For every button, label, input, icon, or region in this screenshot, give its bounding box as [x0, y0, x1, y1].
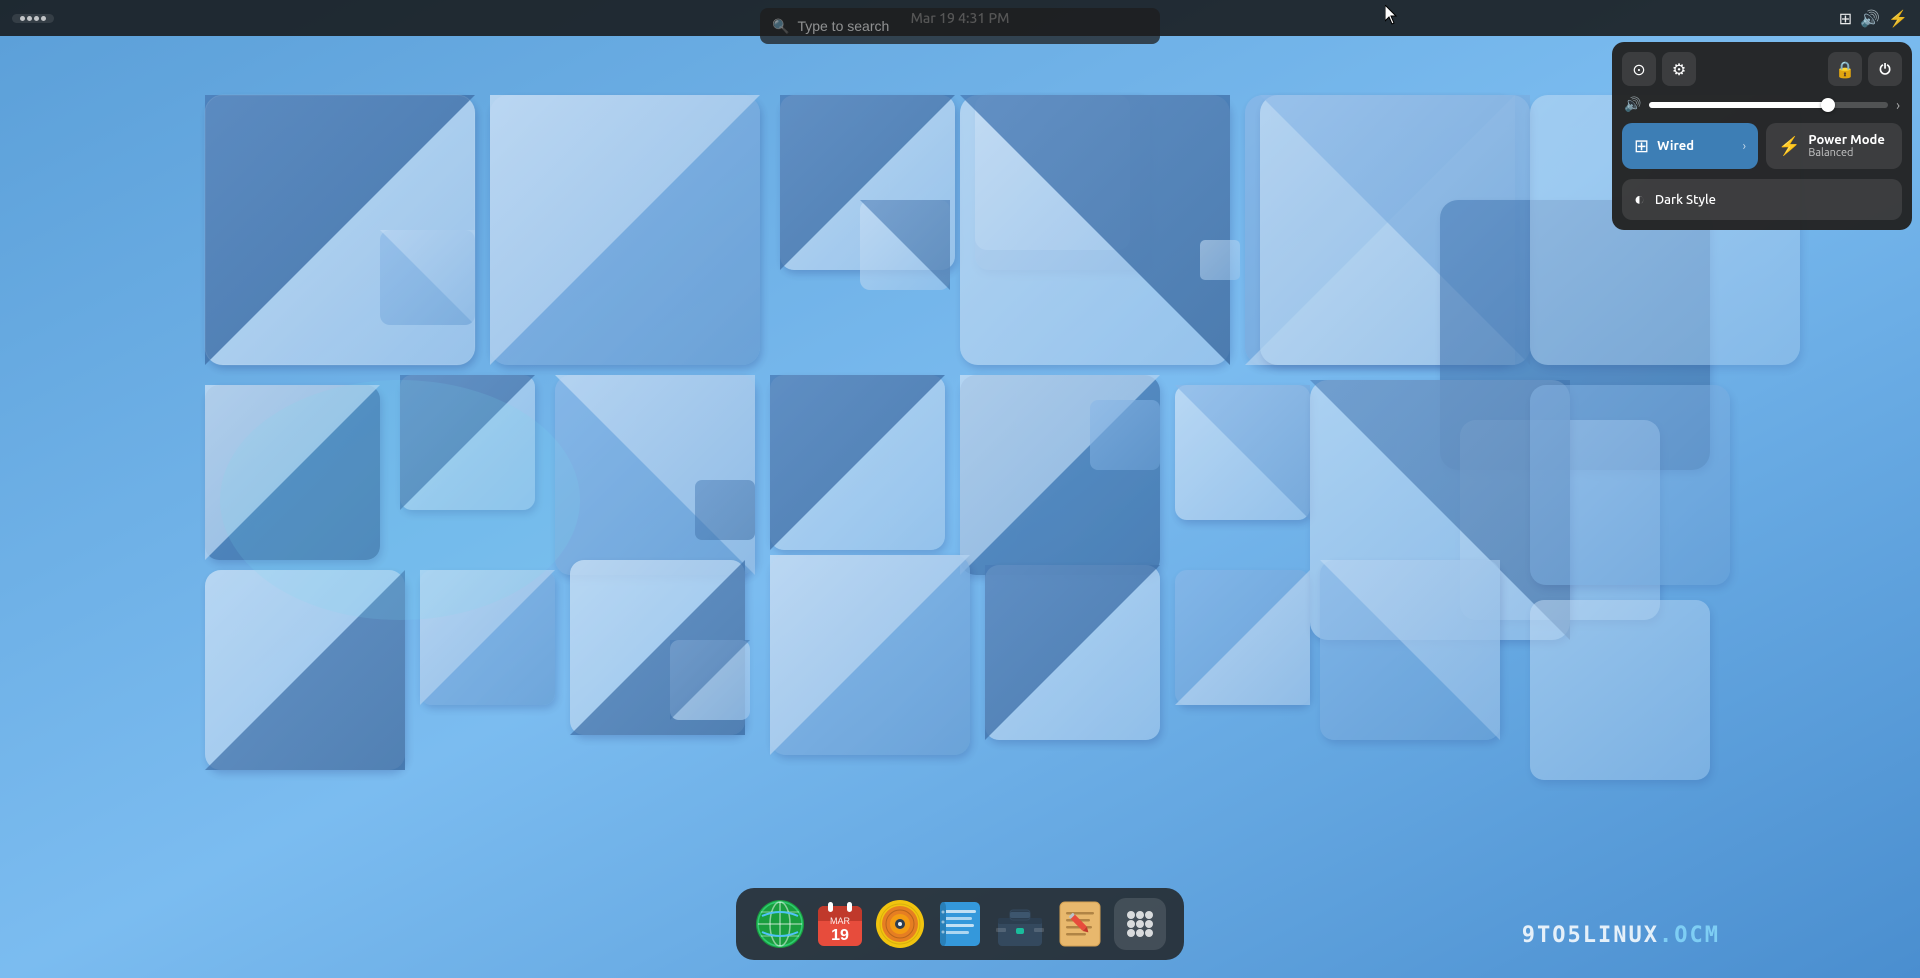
notes-svg [934, 898, 986, 950]
dark-style-label: Dark Style [1655, 193, 1716, 207]
search-input[interactable] [797, 18, 1148, 34]
dock-speaker-icon[interactable] [874, 898, 926, 950]
power-mode-label: Power Mode [1808, 133, 1884, 147]
watermark-dotcom: .OCM [1659, 923, 1720, 948]
activities-dot-2 [27, 16, 32, 21]
wired-label: Wired [1657, 139, 1694, 153]
activities-dots [20, 16, 46, 21]
volume-slider[interactable] [1649, 102, 1888, 108]
network-tray-icon[interactable]: ⊞ [1839, 9, 1852, 28]
dock-notes-icon[interactable] [934, 898, 986, 950]
dark-style-icon: ◐ [1634, 189, 1645, 210]
volume-slider-fill [1649, 102, 1828, 108]
activities-dot-4 [41, 16, 46, 21]
volume-row: 🔊 › [1622, 96, 1902, 113]
volume-tray-icon[interactable]: 🔊 [1860, 9, 1880, 28]
power-tray-icon[interactable]: ⚡ [1888, 9, 1908, 28]
power-mode-value: Balanced [1808, 147, 1884, 159]
toolbox-svg [994, 898, 1046, 950]
topbar-right: ⊞ 🔊 ⚡ [1839, 9, 1908, 28]
power-button[interactable]: ⏻ [1868, 52, 1902, 86]
dock: 19 MAR [736, 888, 1184, 960]
screenshot-button[interactable]: ⊙ [1622, 52, 1656, 86]
power-mode-card[interactable]: ⚡ Power Mode Balanced [1766, 123, 1902, 169]
power-mode-card-text: Power Mode Balanced [1808, 133, 1884, 159]
wired-arrow-icon: › [1743, 140, 1746, 153]
panel-icons-right: 🔒 ⏻ [1828, 52, 1902, 86]
system-panel: ⊙ ⚙ 🔒 ⏻ 🔊 › [1612, 42, 1912, 230]
dock-write-icon[interactable] [1054, 898, 1106, 950]
dark-style-row[interactable]: ◐ Dark Style [1622, 179, 1902, 220]
volume-expand-arrow[interactable]: › [1896, 97, 1900, 113]
dock-browser-icon[interactable] [754, 898, 806, 950]
wired-card[interactable]: ⊞ Wired › [1622, 123, 1758, 169]
panel-icons-left: ⊙ ⚙ [1622, 52, 1696, 86]
watermark: 9TO5LINUX.OCM [1522, 923, 1720, 948]
lock-button[interactable]: 🔒 [1828, 52, 1862, 86]
activities-dot-1 [20, 16, 25, 21]
dock-calendar-icon[interactable]: 19 MAR [814, 898, 866, 950]
dock-appgrid-icon[interactable] [1114, 898, 1166, 950]
panel-top-row: ⊙ ⚙ 🔒 ⏻ [1622, 52, 1902, 86]
appgrid-svg [1114, 898, 1166, 950]
topbar-left [12, 14, 54, 23]
lock-icon: 🔒 [1835, 60, 1855, 79]
wired-card-text: Wired [1657, 139, 1694, 153]
browser-svg [754, 898, 806, 950]
activities-button[interactable] [12, 14, 54, 23]
network-wired-icon: ⊞ [1634, 136, 1649, 157]
search-icon: 🔍 [772, 18, 789, 35]
volume-icon: 🔊 [1624, 96, 1641, 113]
search-bar[interactable]: 🔍 [760, 8, 1160, 44]
calendar-svg: 19 MAR [814, 898, 866, 950]
settings-icon: ⚙ [1672, 60, 1686, 79]
settings-button[interactable]: ⚙ [1662, 52, 1696, 86]
dock-toolbox-icon[interactable] [994, 898, 1046, 950]
speaker-svg [874, 898, 926, 950]
svg-text:MAR: MAR [830, 916, 851, 926]
panel-cards-row: ⊞ Wired › ⚡ Power Mode Balanced [1622, 123, 1902, 169]
write-svg [1054, 898, 1106, 950]
activities-dot-3 [34, 16, 39, 21]
power-icon: ⏻ [1879, 61, 1890, 78]
volume-slider-thumb [1821, 98, 1835, 112]
power-mode-icon: ⚡ [1778, 136, 1800, 157]
desktop: Mar 19 4:31 PM ⊞ 🔊 ⚡ 🔍 ⊙ ⚙ � [0, 0, 1920, 978]
svg-text:19: 19 [831, 927, 849, 944]
screenshot-icon: ⊙ [1632, 60, 1645, 79]
